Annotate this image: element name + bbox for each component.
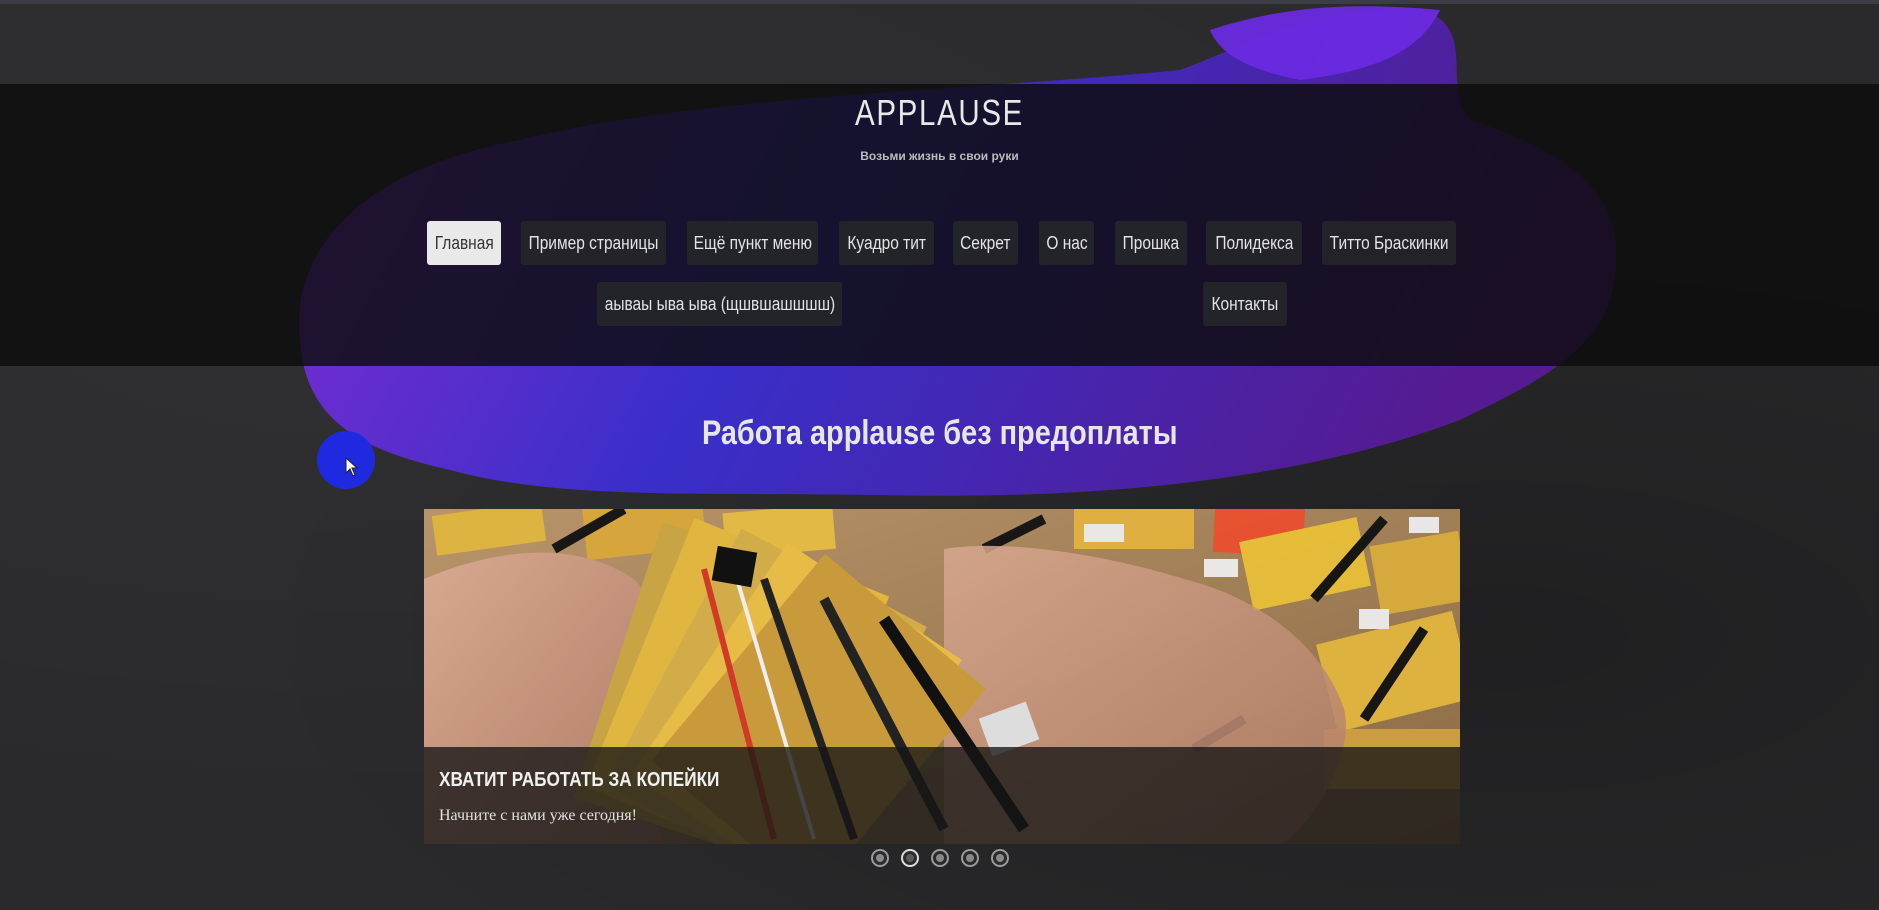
nav-item-secret[interactable]: Секрет xyxy=(953,221,1018,265)
nav-item-home[interactable]: Главная xyxy=(427,221,501,265)
nav-item-contacts[interactable]: Контакты xyxy=(1203,282,1287,326)
page-headline: Работа applause без предоплаты xyxy=(701,414,1178,452)
slider-dot-3[interactable] xyxy=(931,849,949,867)
nav-item-polideksa[interactable]: Полидекса xyxy=(1206,221,1302,265)
slider-pagination xyxy=(871,849,1011,869)
site-tagline: Возьми жизнь в свои руки xyxy=(860,149,1019,163)
slide-caption-text: Начните с нами уже сегодня! xyxy=(439,807,637,824)
slider-dot-5[interactable] xyxy=(991,849,1009,867)
mouse-cursor-highlight xyxy=(317,431,375,489)
slider-dot-2[interactable] xyxy=(901,849,919,867)
image-slider[interactable]: ХВАТИТ РАБОТАТЬ ЗА КОПЕЙКИ Начните с нам… xyxy=(424,509,1460,844)
nav-item-kuadro-tit[interactable]: Куадро тит xyxy=(839,221,934,265)
browser-top-strip xyxy=(0,0,1879,4)
nav-item-sample-page[interactable]: Пример страницы xyxy=(521,221,666,265)
slide-caption-title: ХВАТИТ РАБОТАТЬ ЗА КОПЕЙКИ xyxy=(439,769,720,791)
slide-caption: ХВАТИТ РАБОТАТЬ ЗА КОПЕЙКИ Начните с нам… xyxy=(424,747,1460,844)
nav-item-ayvay[interactable]: аываы ыва ыва (щшвшашшшш) xyxy=(597,282,842,326)
nav-item-about[interactable]: О нас xyxy=(1039,221,1094,265)
site-title[interactable]: APPLAUSE xyxy=(169,92,1710,134)
nav-item-another-menu[interactable]: Ещё пункт меню xyxy=(687,221,818,265)
nav-item-titto-braskinki[interactable]: Титто Браскинки xyxy=(1322,221,1456,265)
mouse-pointer-icon xyxy=(345,457,359,477)
slider-dot-1[interactable] xyxy=(871,849,889,867)
slider-dot-4[interactable] xyxy=(961,849,979,867)
nav-item-proshka[interactable]: Прошка xyxy=(1115,221,1187,265)
